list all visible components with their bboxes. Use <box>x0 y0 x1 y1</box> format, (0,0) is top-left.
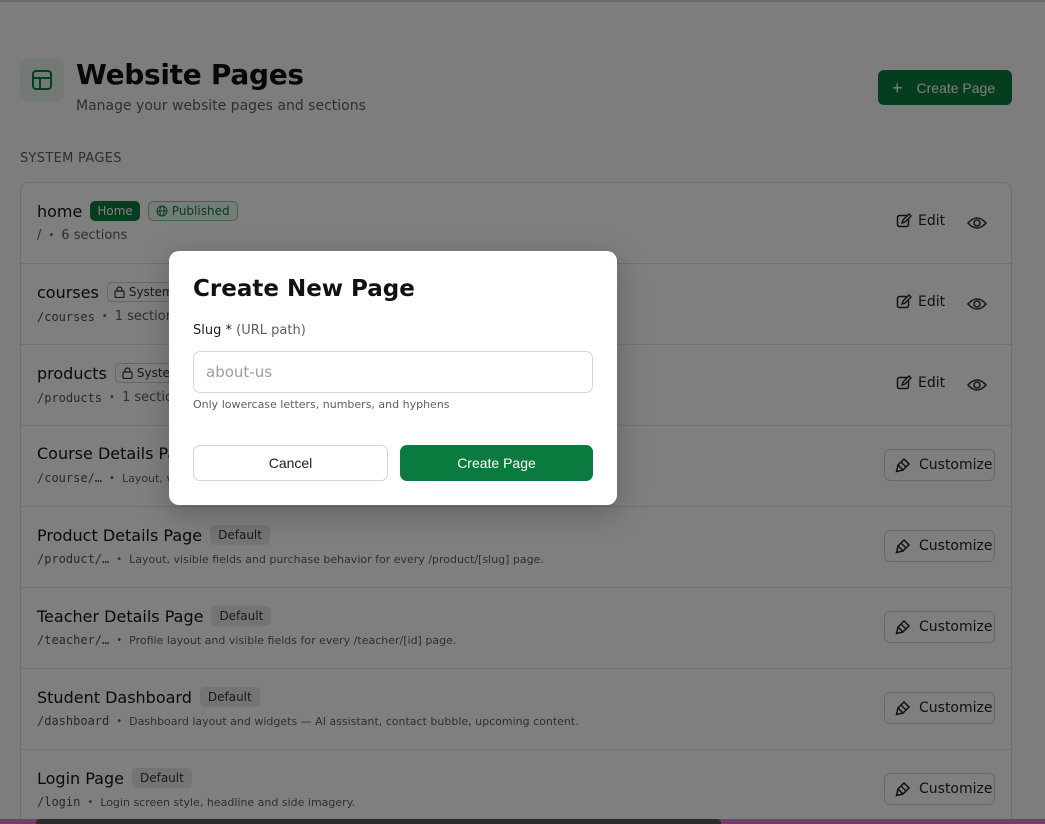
slug-help-text: Only lowercase letters, numbers, and hyp… <box>193 398 450 411</box>
create-page-submit-button[interactable]: Create Page <box>400 445 593 481</box>
slug-label-text: Slug * <box>193 323 232 338</box>
slug-label: Slug * (URL path) <box>193 323 306 338</box>
slug-input[interactable] <box>193 351 593 393</box>
dialog-title: Create New Page <box>193 276 415 302</box>
cancel-button[interactable]: Cancel <box>193 445 388 481</box>
create-page-dialog: Create New Page Slug * (URL path) Only l… <box>169 251 617 505</box>
bottom-strip-inner <box>36 819 721 824</box>
slug-hint: (URL path) <box>236 323 306 338</box>
bottom-strip <box>0 819 1045 824</box>
